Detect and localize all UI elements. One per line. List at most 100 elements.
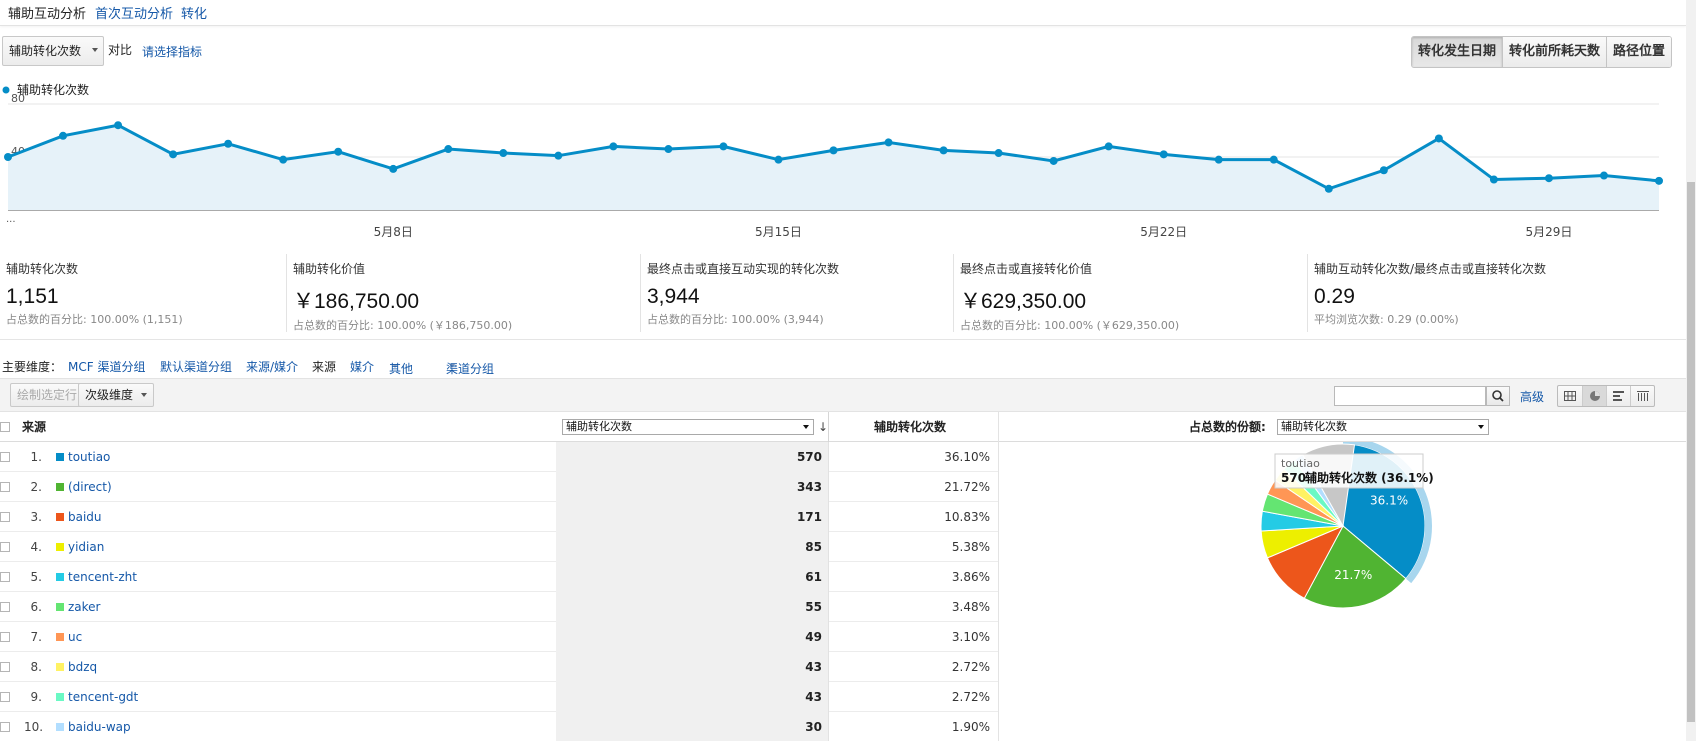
col-header-source[interactable]: 来源 <box>22 412 46 442</box>
row-source-link[interactable]: toutiao <box>68 450 110 464</box>
tab-first-interaction[interactable]: 首次互动分析 <box>95 3 173 22</box>
scorecard-assisted-conversions[interactable]: 辅助转化次数 1,151 占总数的百分比: 100.00% (1,151) <box>0 254 286 332</box>
data-point[interactable] <box>994 149 1003 158</box>
select-metric-link[interactable]: 请选择指标 <box>142 43 202 60</box>
data-point[interactable] <box>1214 155 1223 164</box>
data-point[interactable] <box>1379 166 1388 175</box>
table-row[interactable]: 5. tencent-zht 61 3.86% <box>0 562 998 592</box>
row-source[interactable]: baidu-wap <box>56 712 131 741</box>
row-source[interactable]: tencent-gdt <box>56 682 138 712</box>
row-checkbox[interactable] <box>0 572 10 582</box>
data-point[interactable] <box>774 155 783 164</box>
row-source[interactable]: toutiao <box>56 442 110 472</box>
select-all-checkbox[interactable] <box>0 422 10 432</box>
data-point[interactable] <box>1544 174 1553 183</box>
dim-channel-group[interactable]: 渠道分组 <box>446 358 494 376</box>
col-header-metric[interactable]: 辅助转化次数 <box>874 412 946 442</box>
view-button-conversion-date[interactable]: 转化发生日期 <box>1411 37 1502 67</box>
data-point[interactable] <box>1269 155 1278 164</box>
row-source-link[interactable]: yidian <box>68 540 104 554</box>
sort-metric-select[interactable]: 辅助转化次数 <box>562 419 814 435</box>
row-source-link[interactable]: baidu-wap <box>68 720 131 734</box>
row-checkbox[interactable] <box>0 662 10 672</box>
data-point[interactable] <box>939 146 948 155</box>
data-point[interactable] <box>609 142 618 151</box>
metric-dropdown[interactable]: 辅助转化次数 <box>2 36 104 66</box>
row-source[interactable]: baidu <box>56 502 102 532</box>
data-point[interactable] <box>59 131 68 140</box>
row-source-link[interactable]: baidu <box>68 510 102 524</box>
view-button-path-position[interactable]: 路径位置 <box>1605 37 1671 67</box>
data-point[interactable] <box>1324 184 1333 193</box>
table-row[interactable]: 4. yidian 85 5.38% <box>0 532 998 562</box>
data-point[interactable] <box>884 138 893 147</box>
tab-conversions[interactable]: 转化 <box>181 3 207 22</box>
data-point[interactable] <box>4 153 12 161</box>
data-point[interactable] <box>1434 134 1443 143</box>
row-checkbox[interactable] <box>0 632 10 642</box>
data-point[interactable] <box>334 147 343 156</box>
search-button[interactable] <box>1486 386 1510 406</box>
table-row[interactable]: 6. zaker 55 3.48% <box>0 592 998 622</box>
dim-other[interactable]: 其他 <box>389 358 413 376</box>
data-point[interactable] <box>1049 156 1058 165</box>
data-point[interactable] <box>1104 142 1113 151</box>
row-checkbox[interactable] <box>0 452 10 462</box>
row-source-link[interactable]: bdzq <box>68 660 97 674</box>
data-point[interactable] <box>114 121 123 130</box>
row-source-link[interactable]: (direct) <box>68 480 112 494</box>
view-button-days-before[interactable]: 转化前所耗天数 <box>1501 37 1606 67</box>
advanced-link[interactable]: 高级 <box>1520 388 1544 405</box>
table-row[interactable]: 2. (direct) 343 21.72% <box>0 472 998 502</box>
dim-mcf-channel-group[interactable]: MCF 渠道分组 <box>68 358 145 375</box>
dim-source[interactable]: 来源 <box>312 358 336 375</box>
scorecard-last-click-value[interactable]: 最终点击或直接转化价值 ￥629,350.00 占总数的百分比: 100.00%… <box>953 254 1307 332</box>
row-source[interactable]: zaker <box>56 592 101 622</box>
row-checkbox[interactable] <box>0 722 10 732</box>
data-point[interactable] <box>829 146 838 155</box>
table-row[interactable]: 1. toutiao 570 36.10% <box>0 442 998 472</box>
table-search-input[interactable] <box>1334 386 1486 406</box>
secondary-dimension-dropdown[interactable]: 次级维度 <box>78 383 154 407</box>
data-point[interactable] <box>1655 176 1663 185</box>
scrollbar-thumb[interactable] <box>1687 182 1695 722</box>
data-point[interactable] <box>1489 175 1498 184</box>
table-row[interactable]: 8. bdzq 43 2.72% <box>0 652 998 682</box>
scorecard-last-click-conversions[interactable]: 最终点击或直接互动实现的转化次数 3,944 占总数的百分比: 100.00% … <box>640 254 953 332</box>
data-point[interactable] <box>664 145 673 154</box>
view-performance[interactable] <box>1606 386 1630 406</box>
dim-medium[interactable]: 媒介 <box>350 358 374 375</box>
dim-default-channel-group[interactable]: 默认渠道分组 <box>160 358 232 375</box>
data-point[interactable] <box>279 155 288 164</box>
data-point[interactable] <box>224 139 233 148</box>
table-row[interactable]: 9. tencent-gdt 43 2.72% <box>0 682 998 712</box>
data-point[interactable] <box>1599 171 1608 180</box>
table-row[interactable]: 3. baidu 171 10.83% <box>0 502 998 532</box>
row-checkbox[interactable] <box>0 692 10 702</box>
pie-metric-select[interactable]: 辅助转化次数 <box>1277 419 1489 435</box>
row-source-link[interactable]: zaker <box>68 600 101 614</box>
row-source[interactable]: bdzq <box>56 652 97 682</box>
row-checkbox[interactable] <box>0 602 10 612</box>
scorecard-assisted-value[interactable]: 辅助转化价值 ￥186,750.00 占总数的百分比: 100.00% (￥18… <box>286 254 640 332</box>
row-source[interactable]: tencent-zht <box>56 562 137 592</box>
table-row[interactable]: 7. uc 49 3.10% <box>0 622 998 652</box>
data-point[interactable] <box>719 142 728 151</box>
data-point[interactable] <box>554 151 563 160</box>
row-checkbox[interactable] <box>0 542 10 552</box>
table-row[interactable]: 10. baidu-wap 30 1.90% <box>0 712 998 741</box>
row-source-link[interactable]: tencent-gdt <box>68 690 138 704</box>
view-pie[interactable] <box>1582 386 1606 406</box>
row-source[interactable]: uc <box>56 622 82 652</box>
data-point[interactable] <box>169 150 178 159</box>
row-source[interactable]: (direct) <box>56 472 112 502</box>
data-point[interactable] <box>1159 150 1168 159</box>
row-source[interactable]: yidian <box>56 532 104 562</box>
data-point[interactable] <box>499 149 508 158</box>
view-data-table[interactable] <box>1558 386 1582 406</box>
scorecard-ratio[interactable]: 辅助互动转化次数/最终点击或直接转化次数 0.29 平均浏览次数: 0.29 (… <box>1307 254 1686 332</box>
dim-source-medium[interactable]: 来源/媒介 <box>246 358 298 375</box>
row-checkbox[interactable] <box>0 482 10 492</box>
row-source-link[interactable]: tencent-zht <box>68 570 137 584</box>
row-source-link[interactable]: uc <box>68 630 82 644</box>
